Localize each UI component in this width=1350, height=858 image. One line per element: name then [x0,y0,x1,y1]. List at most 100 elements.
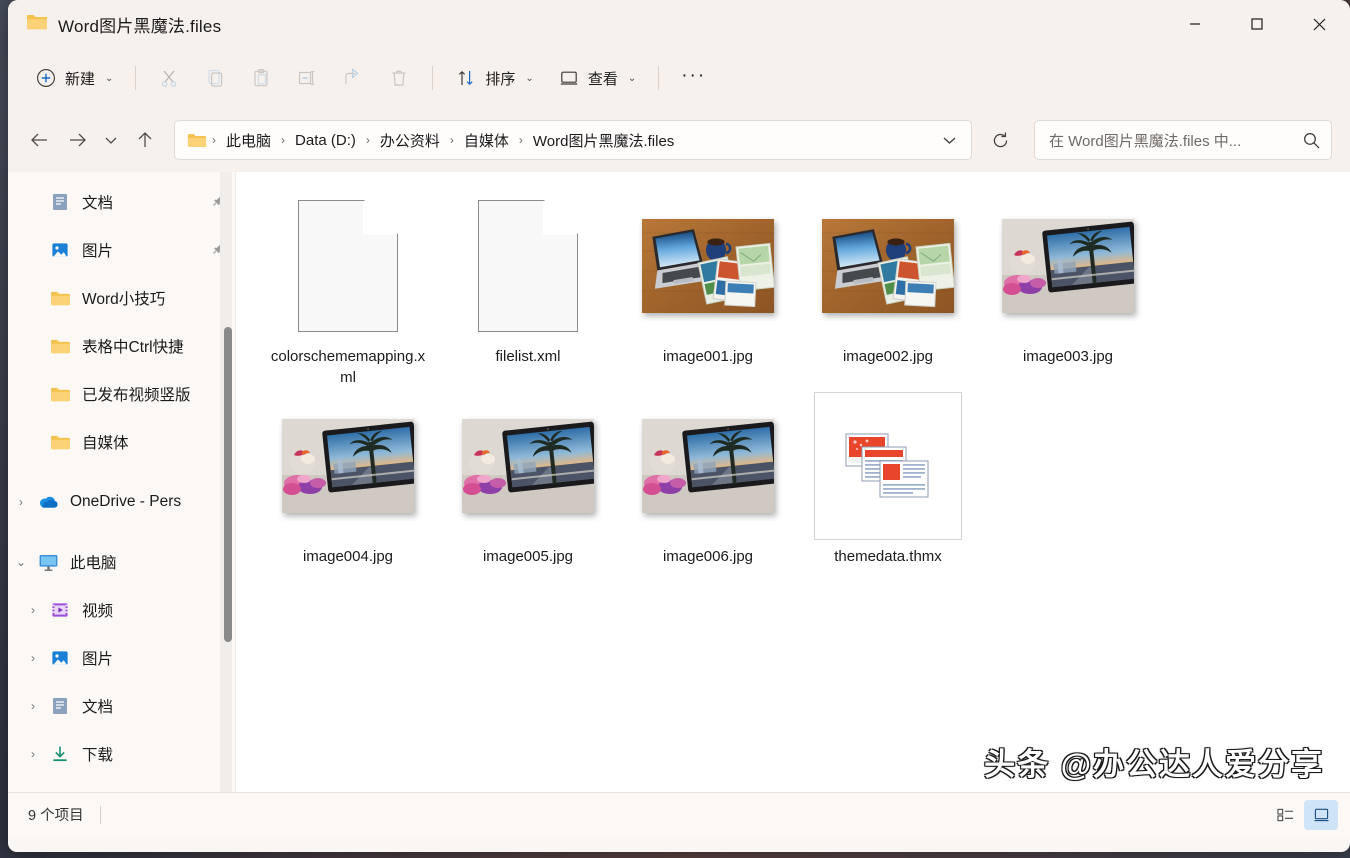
close-button[interactable] [1288,0,1350,48]
breadcrumb-item-2[interactable]: 办公资料 [373,126,447,155]
title-bar-left: Word图片黑魔法.files [8,12,221,37]
chevron-down-icon: ⌄ [525,73,533,84]
minimize-button[interactable] [1164,0,1226,48]
blank-document-icon [478,200,578,332]
up-button[interactable] [128,123,162,157]
large-icons-view-button[interactable] [1304,800,1338,830]
breadcrumb: › 此电脑 › Data (D:) › 办公资料 › 自媒体 › Word图片黑… [211,126,933,155]
status-bar: 9 个项目 [8,792,1350,836]
address-folder-icon [187,132,207,149]
sidebar-item-documents-quick[interactable]: 文档 [8,178,235,226]
sidebar-item-videos[interactable]: › 视频 [8,586,235,634]
command-bar: 新建 ⌄ [8,48,1350,108]
sidebar-item-pictures[interactable]: › 图片 [8,634,235,682]
sidebar-item-documents[interactable]: › 文档 [8,682,235,730]
sidebar-item-onedrive[interactable]: › OneDrive - Pers [8,478,235,526]
new-button[interactable]: 新建 ⌄ [24,59,124,97]
more-options-button[interactable]: ··· [670,59,717,97]
delete-button[interactable] [377,59,421,97]
search-box[interactable]: 在 Word图片黑魔法.files 中... [1034,120,1332,160]
downloads-icon [46,744,74,764]
sidebar-item-label: OneDrive - Pers [70,493,181,511]
expand-chevron-icon[interactable]: › [20,603,46,617]
tablet-palm-photo [1002,219,1134,313]
search-icon[interactable] [1302,131,1321,150]
breadcrumb-separator: › [280,133,286,147]
file-item[interactable]: image006.jpg [618,386,798,586]
breadcrumb-item-4[interactable]: Word图片黑魔法.files [526,126,681,155]
sidebar-item-this-pc[interactable]: ⌄ 此电脑 [8,538,235,586]
watermark-text: 头条 @办公达人爱分享 [984,739,1324,784]
file-name: image002.jpg [807,346,969,367]
rename-button[interactable] [285,59,329,97]
pictures-icon [46,240,74,260]
toolbar-divider-3 [658,66,659,90]
sort-button[interactable]: 排序 ⌄ [444,59,544,97]
expand-chevron-icon[interactable]: › [20,699,46,713]
window-title: Word图片黑魔法.files [58,12,221,37]
sort-icon [455,67,477,89]
file-item[interactable]: filelist.xml [438,186,618,386]
toolbar-divider [135,66,136,90]
blank-document-icon [298,200,398,332]
paste-button[interactable] [239,59,283,97]
sidebar-scrollbar-thumb[interactable] [224,327,232,642]
item-count-label: 9 个项目 [28,804,84,825]
sidebar-item-label: 已发布视频竖版 [82,383,191,405]
sidebar-item-label: 图片 [82,647,113,669]
copy-button[interactable] [193,59,237,97]
address-history-dropdown[interactable] [933,124,965,156]
file-item[interactable]: image005.jpg [438,386,618,586]
sidebar-item-partial[interactable]: › [8,778,235,792]
back-button[interactable] [22,123,56,157]
recent-locations-button[interactable] [98,123,124,157]
forward-button[interactable] [60,123,94,157]
sidebar-item-label: 自媒体 [82,431,129,453]
breadcrumb-item-0[interactable]: 此电脑 [219,126,278,155]
view-button[interactable]: 查看 ⌄ [547,59,647,97]
share-button[interactable] [331,59,375,97]
tablet-palm-photo [282,419,414,513]
address-bar[interactable]: › 此电脑 › Data (D:) › 办公资料 › 自媒体 › Word图片黑… [174,120,972,160]
sidebar-item-word-tips[interactable]: Word小技巧 [8,274,235,322]
sidebar-item-downloads[interactable]: › 下载 [8,730,235,778]
details-view-button[interactable] [1268,800,1302,830]
expand-chevron-icon[interactable]: › [20,747,46,761]
address-row: › 此电脑 › Data (D:) › 办公资料 › 自媒体 › Word图片黑… [8,108,1350,172]
documents-icon [46,696,74,716]
collapse-chevron-icon[interactable]: ⌄ [8,555,34,569]
file-item[interactable]: themedata.thmx [798,386,978,586]
file-thumbnail [994,192,1142,340]
breadcrumb-item-3[interactable]: 自媒体 [457,126,516,155]
videos-icon [46,600,74,620]
file-item[interactable]: image002.jpg [798,186,978,386]
plus-circle-icon [35,67,57,89]
view-icon [558,67,580,89]
sidebar-item-table-ctrl-shortcuts[interactable]: 表格中Ctrl快捷 [8,322,235,370]
cut-button[interactable] [147,59,191,97]
file-thumbnail [274,192,422,340]
expand-chevron-icon[interactable]: › [20,651,46,665]
file-item[interactable]: image001.jpg [618,186,798,386]
file-item[interactable]: image003.jpg [978,186,1158,386]
file-thumbnail [814,392,962,540]
status-divider [100,806,101,824]
file-explorer-window: Word图片黑魔法.files 新建 ⌄ [8,0,1350,852]
view-button-label: 查看 [588,68,618,89]
expand-chevron-icon[interactable]: › [8,495,34,509]
content-area: 文档 图片 [8,172,1350,792]
sidebar-item-published-videos[interactable]: 已发布视频竖版 [8,370,235,418]
sidebar-item-label: 下载 [82,743,113,765]
sidebar-item-self-media[interactable]: 自媒体 [8,418,235,466]
breadcrumb-separator: › [211,133,217,147]
refresh-button[interactable] [982,122,1018,158]
maximize-button[interactable] [1226,0,1288,48]
file-item[interactable]: image004.jpg [258,386,438,586]
breadcrumb-item-1[interactable]: Data (D:) [288,128,363,153]
file-item[interactable]: colorschememapping.xml [258,186,438,386]
chevron-down-icon: ⌄ [628,73,636,84]
navigation-pane[interactable]: 文档 图片 [8,172,236,792]
sidebar-item-pictures-quick[interactable]: 图片 [8,226,235,274]
file-list-view[interactable]: colorschememapping.xml filelist.xml [236,172,1350,792]
search-input[interactable]: 在 Word图片黑魔法.files 中... [1049,130,1302,151]
